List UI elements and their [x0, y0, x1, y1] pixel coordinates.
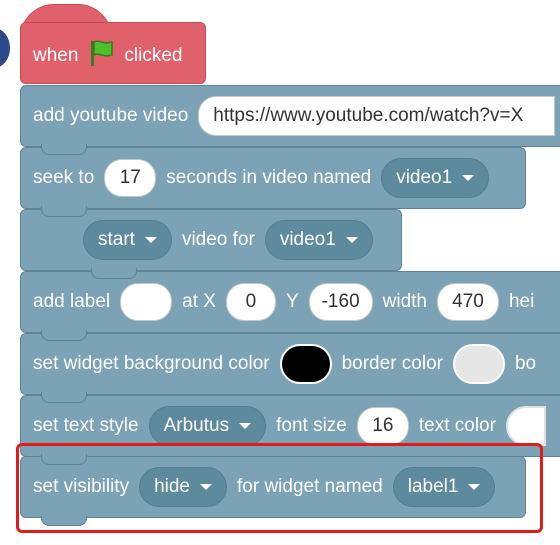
- chevron-down-icon: [345, 237, 358, 243]
- label-text-field[interactable]: [120, 283, 173, 321]
- chevron-down-icon: [144, 237, 157, 243]
- clicked-label: clicked: [124, 45, 183, 66]
- start-mid-label: video for: [181, 229, 255, 250]
- x-field[interactable]: 0: [225, 283, 276, 321]
- border-color-swatch[interactable]: [452, 344, 505, 384]
- border-color-label: border color: [341, 353, 443, 374]
- block-notch: [41, 392, 87, 403]
- text-style-label: set text style: [33, 415, 139, 436]
- font-size-field[interactable]: 16: [356, 407, 409, 445]
- font-value: Arbutus: [163, 415, 230, 436]
- video-url-field[interactable]: https://www.youtube.com/watch?v=X: [198, 96, 555, 136]
- add-label-block[interactable]: add label at X 0 Y -160 width 470 hei: [20, 271, 560, 341]
- seek-mid-label: seconds in video named: [166, 167, 372, 188]
- chevron-down-icon: [462, 175, 475, 181]
- text-color-label: text color: [418, 415, 496, 436]
- start-video-block[interactable]: start video for video1: [20, 209, 402, 279]
- y-field[interactable]: -160: [308, 283, 373, 321]
- block-notch: [41, 454, 87, 465]
- widget-background-block[interactable]: set widget background color border color…: [20, 333, 560, 403]
- font-size-label: font size: [276, 415, 347, 436]
- when-label: when: [33, 45, 79, 66]
- start-action-dropdown[interactable]: start: [83, 220, 172, 260]
- width-label: width: [382, 291, 427, 312]
- add-video-label: add youtube video: [33, 105, 189, 126]
- start-action-value: start: [98, 229, 135, 250]
- background-color-swatch[interactable]: [279, 344, 332, 384]
- y-label: Y: [285, 291, 299, 312]
- text-color-swatch[interactable]: [505, 406, 546, 446]
- start-video-value: video1: [279, 229, 336, 250]
- add-label-label: add label: [33, 291, 111, 312]
- seek-video-dropdown[interactable]: video1: [381, 158, 490, 198]
- block-notch: [41, 515, 87, 526]
- bo-label: bo: [514, 353, 537, 374]
- when-flag-clicked-block[interactable]: when clicked: [20, 22, 206, 84]
- block-notch: [41, 330, 87, 341]
- block-notch: [41, 144, 87, 155]
- start-video-dropdown[interactable]: video1: [264, 220, 373, 260]
- block-notch: [91, 268, 137, 279]
- font-dropdown[interactable]: Arbutus: [148, 406, 267, 446]
- height-label: hei: [508, 291, 535, 312]
- widget-bg-label: set widget background color: [33, 353, 270, 374]
- sprite-avatar-edge: [0, 28, 10, 68]
- seek-block[interactable]: seek to 17 seconds in video named video1: [20, 147, 526, 217]
- add-youtube-video-block[interactable]: add youtube video https://www.youtube.co…: [20, 85, 560, 155]
- seek-label: seek to: [33, 167, 95, 188]
- width-field[interactable]: 470: [436, 283, 499, 321]
- block-notch: [41, 206, 87, 217]
- selection-highlight: [16, 443, 543, 533]
- green-flag-icon: [88, 39, 114, 73]
- seek-seconds-field[interactable]: 17: [104, 159, 157, 197]
- at-x-label: at X: [182, 291, 216, 312]
- chevron-down-icon: [239, 423, 252, 429]
- seek-video-value: video1: [396, 167, 453, 188]
